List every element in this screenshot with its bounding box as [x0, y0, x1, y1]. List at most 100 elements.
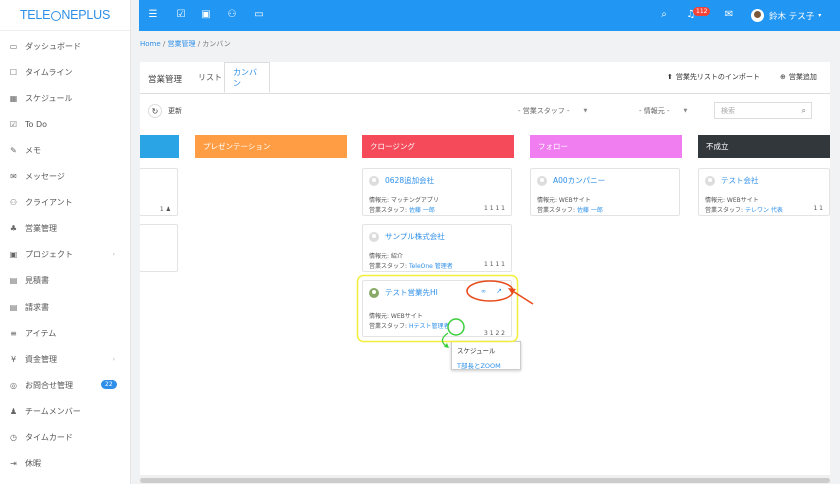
- card-source: 情報元: WEBサイト: [705, 197, 759, 204]
- refresh-button[interactable]: ↻ 更新: [148, 104, 182, 118]
- sidebar-item[interactable]: ⚇ クライアント: [0, 190, 131, 216]
- avatar: [369, 231, 379, 242]
- mail-icon[interactable]: ✉: [723, 9, 735, 21]
- sidebar-item[interactable]: ♟ チームメンバー: [0, 398, 131, 424]
- sidebar-item-label: クライアント: [25, 198, 73, 208]
- calendar-icon: ▦: [9, 93, 18, 103]
- avatar: [705, 175, 715, 186]
- card-source: 情報元: WEBサイト: [369, 313, 423, 320]
- briefcase-icon: ▣: [9, 250, 18, 260]
- sidebar-item-label: 見積書: [25, 276, 49, 286]
- monitor-icon[interactable]: ▭: [253, 9, 265, 21]
- card-source: 情報元: 紹介: [369, 253, 403, 260]
- monitor-icon: ▭: [9, 41, 18, 51]
- users-icon[interactable]: ⚇: [226, 9, 238, 21]
- sidebar-item[interactable]: ¥ 資金管理 ›: [0, 346, 131, 372]
- app-logo[interactable]: TELE NEPLUS: [0, 0, 130, 31]
- card-counts: 3 1 2 2: [484, 330, 505, 337]
- sidebar-item[interactable]: ▣ プロジェクト ›: [0, 242, 131, 268]
- import-label: 営業先リストのインポート: [675, 73, 760, 81]
- mail-icon: ✉: [10, 172, 17, 181]
- sidebar-item-label: スケジュール: [25, 93, 73, 103]
- kanban-card[interactable]: 1 ♟: [140, 168, 178, 216]
- page-title: 営業管理: [148, 75, 183, 85]
- refresh-label: 更新: [168, 107, 182, 115]
- chevron-right-icon: ›: [112, 355, 115, 363]
- sidebar-item[interactable]: ▭ ダッシュボード: [0, 33, 131, 59]
- sidebar-item[interactable]: ▤ 見積書: [0, 268, 131, 294]
- kanban-card[interactable]: サンプル株式会社 情報元: 紹介 営業スタッフ: TeleOne 管理者 1 1…: [362, 224, 512, 272]
- import-button[interactable]: ⬆ 営業先リストのインポート: [667, 72, 760, 82]
- card-title[interactable]: 0628追加会社: [369, 175, 434, 186]
- list-icon: ≡: [10, 328, 17, 338]
- link-icon[interactable]: ∞: [481, 288, 486, 295]
- breadcrumb-home[interactable]: Home: [140, 40, 161, 48]
- card-source: 情報元: マッチングアプリ: [369, 197, 439, 204]
- plus-circle-icon: ⊕: [780, 73, 786, 81]
- source-select-value: - 情報元 -: [639, 107, 670, 115]
- staff-select-value: - 営業スタッフ -: [518, 107, 570, 115]
- tab-divider: [140, 93, 830, 94]
- search-icon[interactable]: ⌕: [658, 9, 670, 21]
- sidebar-item[interactable]: ◷ タイムカード: [0, 425, 131, 451]
- card-counts: 1 1 1 1: [484, 261, 505, 268]
- briefcase-icon[interactable]: ▣: [200, 9, 212, 21]
- kanban-card[interactable]: A00カンパニー 情報元: WEBサイト 営業スタッフ: 佐藤 一郎: [530, 168, 680, 216]
- card-staff: 営業スタッフ: 佐藤 一郎: [369, 207, 435, 214]
- menu-icon[interactable]: ☰: [147, 9, 159, 21]
- sidebar-item[interactable]: ⇥ 休暇: [0, 451, 131, 477]
- card-title[interactable]: サンプル株式会社: [369, 231, 445, 242]
- sidebar-item-label: 営業管理: [25, 224, 57, 234]
- add-sale-button[interactable]: ⊕ 営業追加: [780, 72, 817, 82]
- chevron-down-icon: ▼: [683, 108, 688, 114]
- search-input[interactable]: 検索 ⌕: [714, 102, 812, 119]
- card-title[interactable]: A00カンパニー: [537, 175, 605, 186]
- main-panel: 営業管理 リスト カンバン ⬆ 営業先リストのインポート ⊕ 営業追加 ↻ 更新 - …: [140, 62, 830, 484]
- sidebar-item[interactable]: ≡ アイテム: [0, 320, 131, 346]
- breadcrumb-section[interactable]: 営業管理: [167, 40, 195, 48]
- external-link-icon[interactable]: ↗: [496, 287, 502, 295]
- tab-kanban[interactable]: カンバン: [224, 62, 270, 93]
- user-menu[interactable]: 鈴木 テス子 ▾: [751, 9, 821, 22]
- checkbox-icon: ☑: [9, 119, 18, 129]
- handshake-icon: ♣: [9, 224, 18, 234]
- sidebar-item[interactable]: ▦ スケジュール: [0, 85, 131, 111]
- card-counts: 1 1: [813, 205, 823, 212]
- kanban-card[interactable]: テスト会社 情報元: WEBサイト 営業スタッフ: テレワン 代表 1 1: [698, 168, 830, 216]
- sidebar-item-label: To Do: [25, 119, 48, 129]
- sidebar-item[interactable]: ✎ メモ: [0, 137, 131, 163]
- avatar: [537, 175, 547, 186]
- card-title[interactable]: テスト会社: [705, 175, 759, 186]
- sidebar-item[interactable]: ☑ To Do: [0, 111, 131, 137]
- upload-icon: ⬆: [667, 73, 673, 81]
- sidebar-item[interactable]: ♣ 営業管理: [0, 216, 131, 242]
- sidebar-item-label: 資金管理: [25, 354, 57, 364]
- card-title[interactable]: テスト営業先HI: [369, 287, 438, 298]
- file-icon: ▤: [9, 302, 18, 312]
- breadcrumb-current: カンバン: [202, 40, 231, 48]
- user-name: 鈴木 テス子: [769, 11, 815, 22]
- kanban-card[interactable]: テスト営業先HI ∞ ↗ 情報元: WEBサイト 営業スタッフ: Hテスト管理者…: [362, 280, 512, 337]
- scrollbar-thumb[interactable]: [140, 478, 830, 483]
- count-badge: 22: [101, 380, 117, 390]
- staff-select[interactable]: - 営業スタッフ - ▼: [518, 104, 587, 118]
- checkbox-icon[interactable]: ☑: [175, 9, 187, 21]
- card-staff: 営業スタッフ: 佐藤 一郎: [537, 207, 603, 214]
- square-icon: ☐: [9, 67, 18, 77]
- sidebar-item[interactable]: ◎ お問合せ管理 22: [0, 372, 131, 398]
- sidebar-item[interactable]: ✉ メッセージ: [0, 164, 131, 190]
- logout-icon: ⇥: [10, 459, 17, 469]
- users-icon: ⚇: [9, 198, 18, 208]
- column-header-follow: フォロー: [530, 135, 682, 158]
- kanban-card[interactable]: 0628追加会社 情報元: マッチングアプリ 営業スタッフ: 佐藤 一郎 1 1…: [362, 168, 512, 216]
- sidebar-item[interactable]: ▤ 請求書: [0, 294, 131, 320]
- yen-icon: ¥: [10, 354, 17, 364]
- sidebar-item-label: タイムカード: [25, 433, 73, 442]
- sidebar-item-label: アイテム: [25, 328, 57, 338]
- sidebar-item[interactable]: ☐ タイムライン: [0, 59, 131, 85]
- kanban-card[interactable]: [140, 224, 178, 272]
- source-select[interactable]: - 情報元 - ▼: [639, 104, 687, 118]
- sidebar-item-label: 休暇: [25, 459, 41, 469]
- tooltip-item[interactable]: T部長とZOOM: [457, 360, 515, 370]
- sidebar: TELE NEPLUS ▭ ダッシュボード ☐ タイムライン ▦ スケジュール ☑ To Do ✎…: [0, 0, 131, 484]
